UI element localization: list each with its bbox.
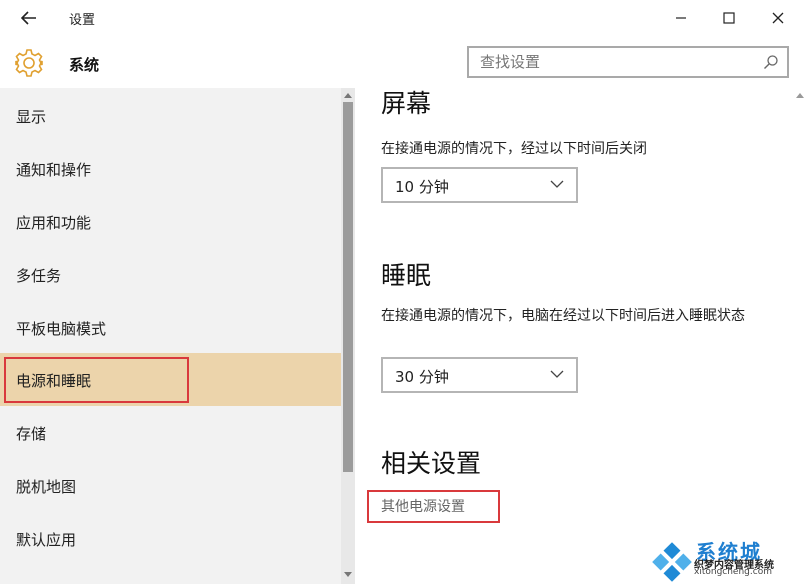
back-arrow-icon	[21, 11, 36, 25]
watermark-domain: xitongcheng.com	[694, 567, 772, 577]
sidebar-item-label: 默认应用	[16, 531, 77, 549]
search-input[interactable]	[469, 48, 760, 76]
title-bar: 设置	[0, 0, 807, 36]
sleep-description: 在接通电源的情况下，电脑在经过以下时间后进入睡眠状态	[381, 308, 745, 324]
sidebar-item-offline-maps[interactable]: 脱机地图	[0, 459, 341, 512]
sidebar-item-multitasking[interactable]: 多任务	[0, 248, 341, 301]
chevron-up-icon	[344, 93, 352, 98]
sidebar-item-label: 电源和睡眠	[16, 372, 92, 390]
sidebar-item-tablet-mode[interactable]: 平板电脑模式	[0, 301, 341, 354]
page-title: 系统	[69, 56, 100, 74]
sidebar-scroll-down[interactable]	[341, 568, 355, 582]
additional-power-settings-link[interactable]: 其他电源设置	[381, 496, 465, 516]
settings-window: 设置 系统 显示 通知和操作 应用和功能	[0, 0, 807, 584]
section-heading-related: 相关设置	[381, 449, 482, 478]
sidebar-item-notifications[interactable]: 通知和操作	[0, 142, 341, 195]
search-icon[interactable]	[763, 54, 779, 70]
sidebar-item-label: 显示	[16, 108, 47, 126]
gear-icon	[15, 49, 43, 77]
sleep-timeout-dropdown[interactable]: 30 分钟	[381, 357, 578, 393]
watermark: 系统城 织梦内容管理系统 xitongcheng.com	[650, 536, 807, 584]
sidebar-item-display[interactable]: 显示	[0, 89, 341, 142]
sidebar-item-default-apps[interactable]: 默认应用	[0, 512, 341, 565]
chevron-down-icon	[344, 572, 352, 577]
sidebar-item-label: 脱机地图	[16, 478, 77, 496]
sidebar-item-storage[interactable]: 存储	[0, 406, 341, 459]
sleep-timeout-value: 30 分钟	[395, 368, 449, 386]
sidebar-item-label: 平板电脑模式	[16, 320, 107, 338]
sidebar: 显示 通知和操作 应用和功能 多任务 平板电脑模式 电源和睡眠 存储 脱机地图 …	[0, 88, 341, 584]
screen-description: 在接通电源的情况下，经过以下时间后关闭	[381, 141, 647, 157]
main-scroll-up[interactable]	[793, 88, 807, 102]
section-heading-screen: 屏幕	[381, 89, 432, 118]
maximize-button[interactable]	[706, 4, 752, 32]
sidebar-item-label: 多任务	[16, 267, 62, 285]
screen-timeout-dropdown[interactable]: 10 分钟	[381, 167, 578, 203]
window-title: 设置	[69, 13, 96, 28]
sidebar-item-label: 存储	[16, 425, 47, 443]
main-content: 屏幕 在接通电源的情况下，经过以下时间后关闭 10 分钟 睡眠 在接通电源的情况…	[355, 88, 807, 584]
minimize-button[interactable]	[658, 4, 704, 32]
sidebar-item-label: 应用和功能	[16, 214, 92, 232]
sidebar-scroll-up[interactable]	[341, 88, 355, 102]
sidebar-item-apps[interactable]: 应用和功能	[0, 195, 341, 248]
minimize-icon	[676, 17, 686, 19]
sidebar-item-label: 通知和操作	[16, 161, 92, 179]
section-heading-sleep: 睡眠	[381, 261, 432, 290]
windows-logo-icon	[652, 542, 692, 582]
page-header: 系统	[0, 36, 807, 88]
chevron-down-icon	[550, 180, 564, 188]
screen-timeout-value: 10 分钟	[395, 178, 449, 196]
chevron-down-icon	[550, 370, 564, 378]
search-box[interactable]	[467, 46, 789, 78]
close-button[interactable]	[755, 4, 801, 32]
sidebar-item-power-sleep[interactable]: 电源和睡眠	[0, 353, 341, 406]
sidebar-scroll-thumb[interactable]	[343, 102, 353, 472]
back-button[interactable]	[14, 6, 44, 30]
maximize-icon	[723, 12, 735, 24]
close-icon	[772, 12, 784, 24]
chevron-up-icon	[796, 93, 804, 98]
